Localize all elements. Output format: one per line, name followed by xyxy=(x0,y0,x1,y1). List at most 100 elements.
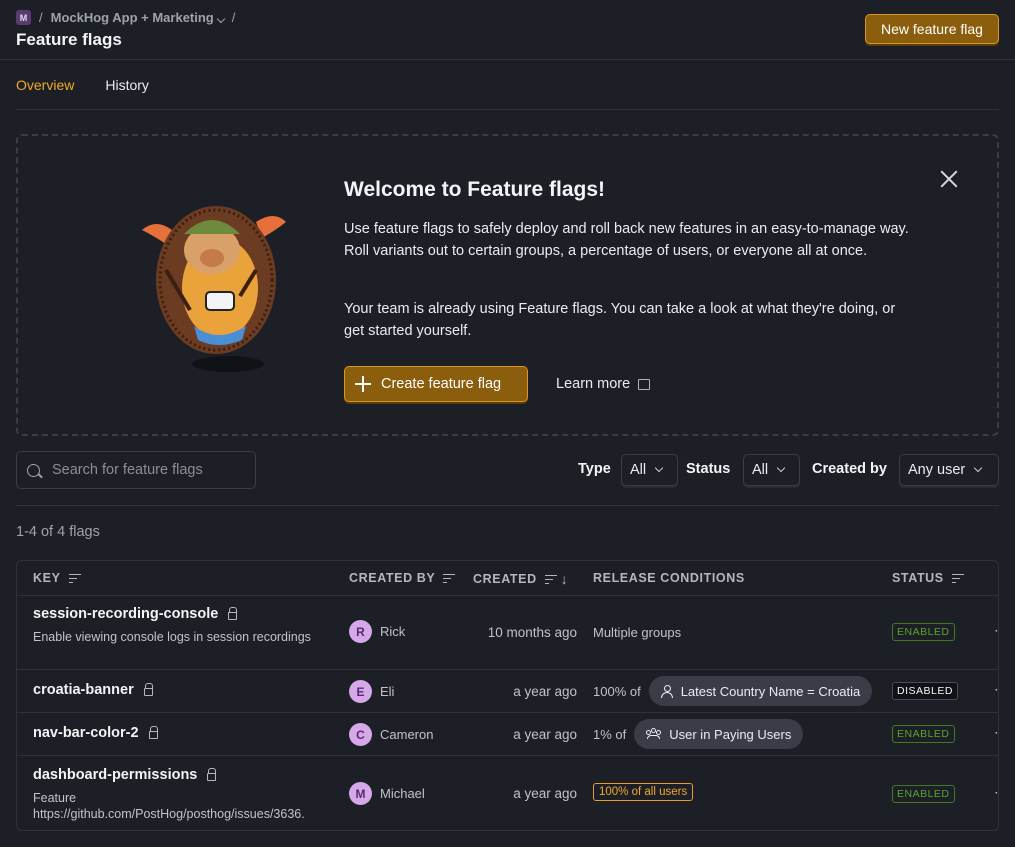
learn-more-link[interactable]: Learn more xyxy=(556,376,651,392)
release-percent: 1% of xyxy=(593,726,627,742)
new-feature-flag-button[interactable]: New feature flag xyxy=(865,14,999,44)
welcome-banner: Welcome to Feature flags! Use feature fl… xyxy=(16,134,999,436)
sort-icon xyxy=(951,573,964,583)
project-badge: M xyxy=(16,10,31,25)
breadcrumb-separator: / xyxy=(231,10,236,25)
created-by-filter-select[interactable]: Any user xyxy=(899,454,999,486)
table-header: KEY CREATED BY CREATED ↓ RELEASE CONDITI… xyxy=(17,561,998,596)
status-filter-label: Status xyxy=(686,461,731,477)
column-header-created[interactable]: CREATED ↓ xyxy=(473,571,568,587)
flag-key-link[interactable]: dashboard-permissions xyxy=(33,767,217,783)
table-row[interactable]: session-recording-console Enable viewing… xyxy=(17,596,998,670)
status-badge: DISABLED xyxy=(892,682,958,700)
column-header-release-conditions: RELEASE CONDITIONS xyxy=(593,571,745,585)
group-icon xyxy=(646,728,662,740)
external-link-icon xyxy=(638,378,651,390)
release-conditions: 1% of User in Paying Users xyxy=(593,719,804,749)
condition-pill: User in Paying Users xyxy=(634,719,804,749)
breadcrumb-separator: / xyxy=(39,10,43,25)
condition-text: User in Paying Users xyxy=(669,726,792,742)
release-percent: 100% of xyxy=(593,683,641,699)
divider xyxy=(16,505,999,506)
column-header-label: KEY xyxy=(33,571,61,585)
release-conditions: 100% of Latest Country Name = Croatia xyxy=(593,676,873,706)
creator-name: Eli xyxy=(380,684,395,699)
created-time: a year ago xyxy=(513,727,577,742)
create-feature-flag-button[interactable]: Create feature flag xyxy=(344,366,528,402)
avatar: C xyxy=(349,723,372,746)
lock-icon xyxy=(143,683,153,696)
column-header-label: STATUS xyxy=(892,571,944,585)
tab-bar: Overview History xyxy=(16,60,999,110)
chevron-down-icon xyxy=(216,14,225,24)
banner-description: Use feature flags to safely deploy and r… xyxy=(344,221,909,259)
plus-icon xyxy=(355,376,371,392)
top-bar: M / MockHog App + Marketing / Feature fl… xyxy=(0,0,1015,60)
more-icon[interactable]: ⋯ xyxy=(994,681,998,698)
more-icon[interactable]: ⋯ xyxy=(994,784,998,801)
column-header-label: CREATED xyxy=(473,572,537,586)
flag-creator: C Cameron xyxy=(349,723,433,746)
banner-title: Welcome to Feature flags! xyxy=(344,178,606,201)
person-icon xyxy=(660,684,673,698)
table-row[interactable]: croatia-banner E Eli a year ago 100% of … xyxy=(17,670,998,713)
type-filter-select[interactable]: All xyxy=(621,454,678,486)
tab-overview[interactable]: Overview xyxy=(16,60,74,110)
project-name: MockHog App + Marketing xyxy=(50,10,214,25)
banner-team-note: Your team is already using Feature flags… xyxy=(344,301,896,339)
chevron-down-icon xyxy=(654,463,664,473)
condition-pill: Latest Country Name = Croatia xyxy=(648,676,873,706)
release-conditions: 100% of all users xyxy=(593,783,694,801)
column-header-label: CREATED BY xyxy=(349,571,436,585)
table-row[interactable]: nav-bar-color-2 C Cameron a year ago 1% … xyxy=(17,713,998,756)
avatar: E xyxy=(349,680,372,703)
flag-description: Enable viewing console logs in session r… xyxy=(33,630,311,644)
condition-text: Latest Country Name = Croatia xyxy=(680,683,861,699)
create-feature-flag-label: Create feature flag xyxy=(381,376,502,392)
project-switcher[interactable]: MockHog App + Marketing xyxy=(50,10,225,25)
sort-icon xyxy=(68,573,81,583)
column-header-label: RELEASE CONDITIONS xyxy=(593,571,745,585)
feature-flags-table: KEY CREATED BY CREATED ↓ RELEASE CONDITI… xyxy=(16,560,999,831)
column-header-status[interactable]: STATUS xyxy=(892,571,964,585)
flag-count: 1-4 of 4 flags xyxy=(16,524,100,540)
close-icon[interactable] xyxy=(938,168,960,190)
creator-name: Michael xyxy=(380,786,425,801)
search-input[interactable] xyxy=(52,462,242,478)
flag-key-link[interactable]: nav-bar-color-2 xyxy=(33,725,158,741)
column-header-created-by[interactable]: CREATED BY xyxy=(349,571,456,585)
hedgehog-illustration xyxy=(142,206,286,372)
status-filter-select[interactable]: All xyxy=(743,454,800,486)
status-filter-value: All xyxy=(752,462,769,478)
flag-key-link[interactable]: croatia-banner xyxy=(33,682,153,698)
chevron-down-icon xyxy=(973,463,983,473)
learn-more-label: Learn more xyxy=(556,376,631,392)
flag-description: Feature https://github.com/PostHog/posth… xyxy=(33,791,305,821)
flag-key-link[interactable]: session-recording-console xyxy=(33,606,238,622)
search-box xyxy=(16,451,256,489)
creator-name: Rick xyxy=(380,624,406,639)
type-filter-label: Type xyxy=(578,461,611,477)
flag-creator: E Eli xyxy=(349,680,394,703)
status-badge: ENABLED xyxy=(892,623,955,641)
creator-name: Cameron xyxy=(380,727,434,742)
lock-icon xyxy=(148,726,158,739)
more-icon[interactable]: ⋯ xyxy=(994,622,998,639)
flag-key: nav-bar-color-2 xyxy=(33,725,139,741)
sort-icon xyxy=(443,573,456,583)
chevron-down-icon xyxy=(776,463,786,473)
release-text: Multiple groups xyxy=(593,625,682,640)
search-icon xyxy=(27,463,40,477)
lock-icon xyxy=(228,607,238,620)
table-row[interactable]: dashboard-permissions Feature https://gi… xyxy=(17,756,998,830)
flag-key: dashboard-permissions xyxy=(33,767,198,783)
created-by-filter-label: Created by xyxy=(812,461,887,477)
created-time: 10 months ago xyxy=(487,625,577,640)
release-conditions: Multiple groups xyxy=(593,625,681,640)
status-badge: ENABLED xyxy=(892,725,955,743)
avatar: R xyxy=(349,620,372,643)
more-icon[interactable]: ⋯ xyxy=(994,724,998,741)
column-header-key[interactable]: KEY xyxy=(33,571,81,585)
tab-history[interactable]: History xyxy=(105,60,149,110)
flag-creator: M Michael xyxy=(349,782,425,805)
